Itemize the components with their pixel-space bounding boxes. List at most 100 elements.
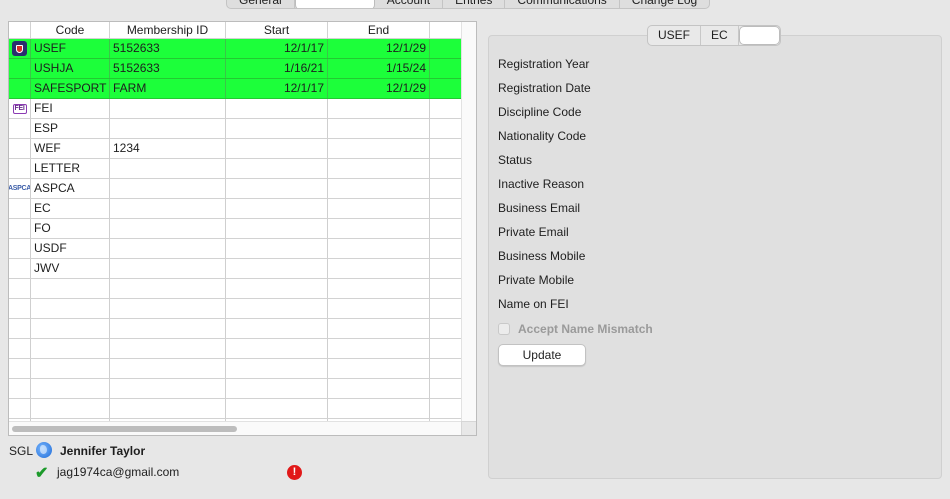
cell-end[interactable] xyxy=(328,319,430,338)
cell-start[interactable] xyxy=(226,159,328,178)
cell-start[interactable] xyxy=(226,119,328,138)
table-row[interactable]: USHJA 5152633 1/16/21 1/15/24 xyxy=(9,59,462,79)
cell-membership-id[interactable]: 5152633 xyxy=(110,39,226,58)
segment-selected[interactable] xyxy=(738,26,780,45)
cell-membership-id[interactable] xyxy=(110,159,226,178)
cell-end[interactable] xyxy=(328,119,430,138)
table-row[interactable] xyxy=(9,399,462,419)
cell-code[interactable]: WEF xyxy=(31,139,110,158)
table-row[interactable]: ASPCA ASPCA xyxy=(9,179,462,199)
cell-start[interactable] xyxy=(226,399,328,418)
alert-icon[interactable]: ! xyxy=(287,465,302,480)
cell-start[interactable] xyxy=(226,299,328,318)
cell-end[interactable] xyxy=(328,159,430,178)
header-end[interactable]: End xyxy=(328,22,430,39)
membership-table[interactable]: Code Membership ID Start End USEF 5152633… xyxy=(8,21,477,436)
cell-membership-id[interactable] xyxy=(110,339,226,358)
cell-code[interactable] xyxy=(31,339,110,358)
cell-membership-id[interactable] xyxy=(110,319,226,338)
cell-start[interactable] xyxy=(226,319,328,338)
cell-code[interactable]: SAFESPORT xyxy=(31,79,110,98)
cell-code[interactable]: FO xyxy=(31,219,110,238)
cell-membership-id[interactable] xyxy=(110,279,226,298)
cell-code[interactable]: EC xyxy=(31,199,110,218)
table-row[interactable] xyxy=(9,319,462,339)
table-row[interactable] xyxy=(9,359,462,379)
cell-start[interactable] xyxy=(226,379,328,398)
cell-start[interactable]: 1/16/21 xyxy=(226,59,328,78)
cell-end[interactable] xyxy=(328,139,430,158)
tab-entries[interactable]: Entries xyxy=(443,0,506,8)
cell-start[interactable] xyxy=(226,99,328,118)
cell-end[interactable] xyxy=(328,99,430,118)
table-row[interactable]: ESP xyxy=(9,119,462,139)
cell-code[interactable] xyxy=(31,319,110,338)
cell-end[interactable] xyxy=(328,339,430,358)
table-row[interactable]: FO xyxy=(9,219,462,239)
cell-end[interactable] xyxy=(328,299,430,318)
cell-end[interactable] xyxy=(328,259,430,278)
cell-end[interactable] xyxy=(328,379,430,398)
cell-code[interactable]: ASPCA xyxy=(31,179,110,198)
table-row[interactable]: JWV xyxy=(9,259,462,279)
cell-membership-id[interactable] xyxy=(110,119,226,138)
cell-membership-id[interactable] xyxy=(110,239,226,258)
cell-membership-id[interactable] xyxy=(110,399,226,418)
tab-general[interactable]: General xyxy=(227,0,295,8)
cell-code[interactable]: LETTER xyxy=(31,159,110,178)
cell-end[interactable] xyxy=(328,219,430,238)
cell-membership-id[interactable]: FARM xyxy=(110,79,226,98)
cell-start[interactable]: 12/1/17 xyxy=(226,79,328,98)
globe-icon[interactable] xyxy=(36,442,52,458)
cell-start[interactable] xyxy=(226,219,328,238)
cell-membership-id[interactable] xyxy=(110,259,226,278)
update-button[interactable]: Update xyxy=(498,344,586,366)
cell-code[interactable] xyxy=(31,279,110,298)
segment-ec[interactable]: EC xyxy=(701,26,739,45)
cell-end[interactable] xyxy=(328,279,430,298)
segment-usef[interactable]: USEF xyxy=(648,26,702,45)
cell-end[interactable] xyxy=(328,359,430,378)
cell-code[interactable] xyxy=(31,399,110,418)
cell-end[interactable]: 12/1/29 xyxy=(328,79,430,98)
cell-code[interactable]: JWV xyxy=(31,259,110,278)
accept-name-mismatch-checkbox[interactable] xyxy=(498,323,510,335)
tab-selected[interactable] xyxy=(294,0,375,8)
cell-membership-id[interactable]: 5152633 xyxy=(110,59,226,78)
horizontal-scrollbar[interactable] xyxy=(9,421,462,435)
cell-membership-id[interactable] xyxy=(110,99,226,118)
cell-start[interactable] xyxy=(226,139,328,158)
table-row[interactable] xyxy=(9,379,462,399)
cell-code[interactable]: USDF xyxy=(31,239,110,258)
cell-start[interactable] xyxy=(226,259,328,278)
cell-membership-id[interactable] xyxy=(110,179,226,198)
cell-code[interactable]: USHJA xyxy=(31,59,110,78)
table-row[interactable]: USEF 5152633 12/1/17 12/1/29 xyxy=(9,39,462,59)
cell-start[interactable] xyxy=(226,339,328,358)
table-row[interactable] xyxy=(9,339,462,359)
cell-start[interactable] xyxy=(226,179,328,198)
table-row[interactable]: USDF xyxy=(9,239,462,259)
cell-membership-id[interactable] xyxy=(110,219,226,238)
table-row[interactable]: SAFESPORT FARM 12/1/17 12/1/29 xyxy=(9,79,462,99)
table-row[interactable]: WEF 1234 xyxy=(9,139,462,159)
cell-end[interactable] xyxy=(328,199,430,218)
cell-membership-id[interactable] xyxy=(110,299,226,318)
cell-start[interactable] xyxy=(226,359,328,378)
cell-membership-id[interactable] xyxy=(110,379,226,398)
cell-code[interactable] xyxy=(31,379,110,398)
cell-end[interactable]: 1/15/24 xyxy=(328,59,430,78)
cell-code[interactable] xyxy=(31,299,110,318)
tab-change-log[interactable]: Change Log xyxy=(620,0,709,8)
header-code[interactable]: Code xyxy=(31,22,110,39)
cell-code[interactable]: ESP xyxy=(31,119,110,138)
table-row[interactable] xyxy=(9,299,462,319)
cell-start[interactable] xyxy=(226,279,328,298)
cell-start[interactable] xyxy=(226,199,328,218)
header-membership-id[interactable]: Membership ID xyxy=(110,22,226,39)
cell-membership-id[interactable]: 1234 xyxy=(110,139,226,158)
tab-account[interactable]: Account xyxy=(375,0,444,8)
table-row[interactable]: FEI FEI xyxy=(9,99,462,119)
table-row[interactable]: EC xyxy=(9,199,462,219)
table-row[interactable] xyxy=(9,279,462,299)
